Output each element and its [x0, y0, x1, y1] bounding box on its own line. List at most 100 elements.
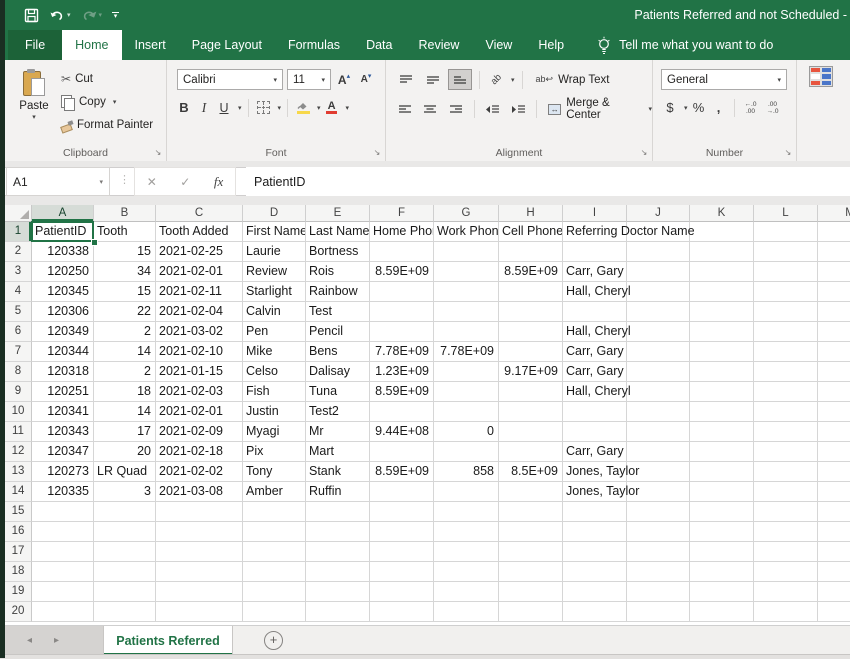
column-header-J[interactable]: J — [627, 205, 690, 222]
cell-G17[interactable] — [434, 542, 499, 562]
paste-button[interactable]: Paste ▾ — [11, 66, 57, 152]
cell-J15[interactable] — [627, 502, 690, 522]
cell-D18[interactable] — [243, 562, 306, 582]
cell-M17[interactable] — [818, 542, 850, 562]
tell-me-box[interactable]: Tell me what you want to do — [597, 30, 773, 60]
cell-A5[interactable]: 120306 — [32, 302, 94, 322]
percent-style-button[interactable]: % — [690, 97, 708, 118]
cell-D9[interactable]: Fish — [243, 382, 306, 402]
cell-K8[interactable] — [690, 362, 754, 382]
cell-I13[interactable]: Jones, Taylor — [563, 462, 627, 482]
cell-I20[interactable] — [563, 602, 627, 622]
cell-G11[interactable]: 0 — [434, 422, 499, 442]
sheet-next-icon[interactable]: ▸ — [54, 635, 59, 646]
cell-H2[interactable] — [499, 242, 563, 262]
column-header-L[interactable]: L — [754, 205, 818, 222]
cell-H12[interactable] — [499, 442, 563, 462]
cell-F7[interactable]: 7.78E+09 — [370, 342, 434, 362]
row-header-6[interactable]: 6 — [5, 322, 32, 342]
cell-K16[interactable] — [690, 522, 754, 542]
cell-J17[interactable] — [627, 542, 690, 562]
cell-D8[interactable]: Celso — [243, 362, 306, 382]
cell-F20[interactable] — [370, 602, 434, 622]
cell-L4[interactable] — [754, 282, 818, 302]
insert-function-icon[interactable]: fx — [214, 174, 223, 190]
paste-caret-icon[interactable]: ▾ — [32, 113, 36, 121]
sheet-prev-icon[interactable]: ◂ — [27, 635, 32, 646]
cell-K13[interactable] — [690, 462, 754, 482]
cell-H11[interactable] — [499, 422, 563, 442]
cell-A6[interactable]: 120349 — [32, 322, 94, 342]
cell-C6[interactable]: 2021-03-02 — [156, 322, 243, 342]
column-header-K[interactable]: K — [690, 205, 754, 222]
row-header-12[interactable]: 12 — [5, 442, 32, 462]
cell-M18[interactable] — [818, 562, 850, 582]
cell-J7[interactable] — [627, 342, 690, 362]
cell-C9[interactable]: 2021-02-03 — [156, 382, 243, 402]
cell-M13[interactable] — [818, 462, 850, 482]
cell-E6[interactable]: Pencil — [306, 322, 370, 342]
cell-A20[interactable] — [32, 602, 94, 622]
cell-B17[interactable] — [94, 542, 156, 562]
cell-H9[interactable] — [499, 382, 563, 402]
cell-I17[interactable] — [563, 542, 627, 562]
cell-E2[interactable]: Bortness — [306, 242, 370, 262]
cell-F4[interactable] — [370, 282, 434, 302]
shrink-font-button[interactable]: A▾ — [357, 69, 375, 90]
cell-B12[interactable]: 20 — [94, 442, 156, 462]
cell-H17[interactable] — [499, 542, 563, 562]
cell-G3[interactable] — [434, 262, 499, 282]
cell-A15[interactable] — [32, 502, 94, 522]
cell-C1[interactable]: Tooth Added — [156, 222, 243, 242]
row-header-13[interactable]: 13 — [5, 462, 32, 482]
column-header-B[interactable]: B — [94, 205, 156, 222]
column-header-E[interactable]: E — [306, 205, 370, 222]
cell-I12[interactable]: Carr, Gary — [563, 442, 627, 462]
number-format-combo[interactable]: General ▾ — [661, 69, 787, 90]
cell-C14[interactable]: 2021-03-08 — [156, 482, 243, 502]
cell-D17[interactable] — [243, 542, 306, 562]
cell-I14[interactable]: Jones, Taylor — [563, 482, 627, 502]
cell-L5[interactable] — [754, 302, 818, 322]
cell-L7[interactable] — [754, 342, 818, 362]
cell-I19[interactable] — [563, 582, 627, 602]
cell-C11[interactable]: 2021-02-09 — [156, 422, 243, 442]
copy-button[interactable]: Copy ▾ — [61, 91, 153, 112]
cell-J9[interactable] — [627, 382, 690, 402]
cell-G19[interactable] — [434, 582, 499, 602]
cell-H13[interactable]: 8.5E+09 — [499, 462, 563, 482]
cell-E8[interactable]: Dalisay — [306, 362, 370, 382]
cell-A10[interactable]: 120341 — [32, 402, 94, 422]
copy-caret-icon[interactable]: ▾ — [113, 98, 117, 106]
row-header-11[interactable]: 11 — [5, 422, 32, 442]
cell-E13[interactable]: Stank — [306, 462, 370, 482]
cell-L14[interactable] — [754, 482, 818, 502]
font-family-combo[interactable]: Calibri ▾ — [177, 69, 283, 90]
format-painter-button[interactable]: Format Painter — [61, 114, 153, 135]
cell-J20[interactable] — [627, 602, 690, 622]
cell-D14[interactable]: Amber — [243, 482, 306, 502]
row-header-1[interactable]: 1 — [5, 222, 32, 242]
cell-J12[interactable] — [627, 442, 690, 462]
underline-button[interactable]: U — [215, 97, 233, 118]
cell-H7[interactable] — [499, 342, 563, 362]
cell-H14[interactable] — [499, 482, 563, 502]
cell-M8[interactable] — [818, 362, 850, 382]
cell-A4[interactable]: 120345 — [32, 282, 94, 302]
cell-A13[interactable]: 120273 — [32, 462, 94, 482]
cell-L15[interactable] — [754, 502, 818, 522]
cell-D6[interactable]: Pen — [243, 322, 306, 342]
align-right-button[interactable] — [445, 99, 467, 120]
cell-E1[interactable]: Last Name — [306, 222, 370, 242]
fill-color-caret-icon[interactable]: ▾ — [317, 104, 321, 112]
cell-K12[interactable] — [690, 442, 754, 462]
cell-D4[interactable]: Starlight — [243, 282, 306, 302]
cell-E16[interactable] — [306, 522, 370, 542]
enter-icon[interactable]: ✓ — [180, 175, 190, 189]
cell-G2[interactable] — [434, 242, 499, 262]
cell-A18[interactable] — [32, 562, 94, 582]
cell-A14[interactable]: 120335 — [32, 482, 94, 502]
increase-decimal-button[interactable]: ←.0.00 — [741, 97, 761, 118]
cell-L13[interactable] — [754, 462, 818, 482]
row-header-14[interactable]: 14 — [5, 482, 32, 502]
